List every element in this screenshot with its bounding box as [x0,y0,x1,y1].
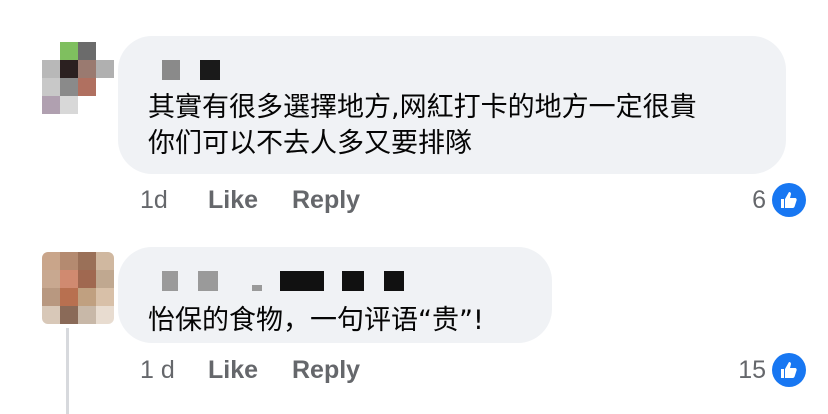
thumbs-up-icon [772,183,806,217]
timestamp[interactable]: 1d [140,183,168,217]
like-button[interactable]: Like [208,183,258,217]
reaction-summary[interactable]: 6 [752,180,806,220]
comment-text-line-1: 怡保的食物，一句评语“贵”! [148,305,484,336]
reaction-count: 15 [738,355,766,384]
comment-bubble: 其實有很多選擇地方,网紅打卡的地方一定很貴 你们可以不去人多又要排隊 [118,36,786,174]
timestamp[interactable]: 1 d [140,353,175,387]
avatar[interactable] [42,42,114,114]
reply-button[interactable]: Reply [292,183,360,217]
comment-bubble: 怡保的食物，一句评语“贵”! [118,247,552,343]
like-button[interactable]: Like [208,353,258,387]
reaction-summary[interactable]: 15 [738,350,806,390]
thread-line [66,328,69,414]
reply-button[interactable]: Reply [292,353,360,387]
thumbs-up-icon [772,353,806,387]
reaction-count: 6 [752,185,766,214]
avatar[interactable] [42,252,114,324]
comment-text-line-2: 你们可以不去人多又要排隊 [148,128,472,159]
